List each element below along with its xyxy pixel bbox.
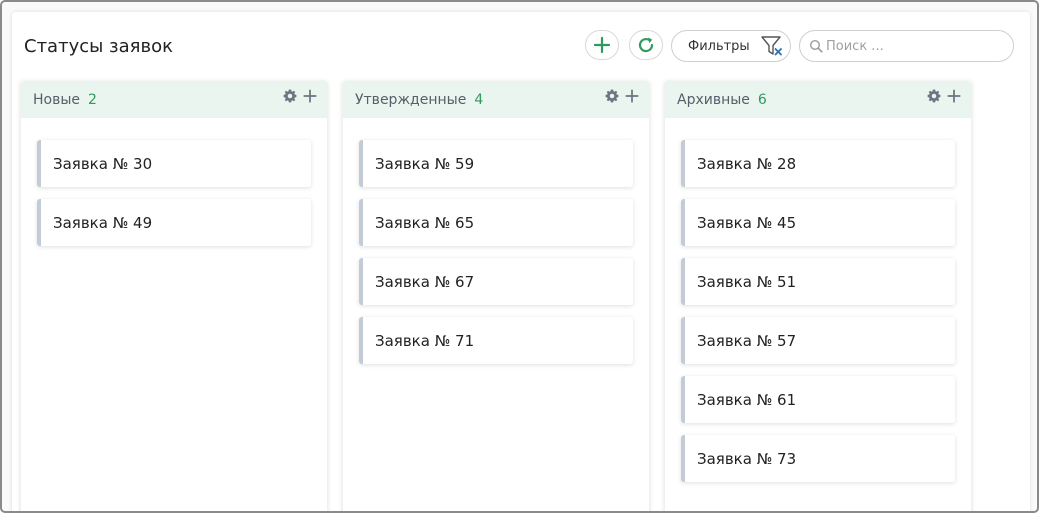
- column-add-button[interactable]: [303, 89, 317, 103]
- refresh-button[interactable]: [629, 30, 663, 60]
- plus-icon: [625, 89, 639, 103]
- status-column-archived: Архивные 6 Заявка № 28 Заявка № 45 Заявк…: [665, 82, 971, 511]
- plus-icon: [303, 89, 317, 103]
- request-card[interactable]: Заявка № 71: [359, 317, 633, 364]
- column-title: Новые: [33, 92, 81, 108]
- add-button[interactable]: [585, 30, 619, 60]
- refresh-icon: [638, 37, 654, 53]
- filters-button[interactable]: Фильтры: [671, 30, 791, 62]
- search-box[interactable]: [799, 30, 1014, 62]
- status-column-new: Новые 2 Заявка № 30 Заявка № 49: [21, 82, 327, 511]
- column-count-badge: 6: [757, 92, 767, 108]
- column-settings-button[interactable]: [605, 89, 619, 103]
- request-card[interactable]: Заявка № 49: [37, 199, 311, 246]
- search-icon: [809, 39, 823, 53]
- filters-label: Фильтры: [688, 38, 750, 54]
- column-header: Утвержденные 4: [343, 82, 649, 118]
- plus-icon: [593, 36, 611, 54]
- column-title: Архивные: [677, 92, 750, 108]
- column-settings-button[interactable]: [927, 89, 941, 103]
- search-input[interactable]: [826, 38, 1006, 54]
- column-count-badge: 2: [88, 92, 97, 108]
- column-header: Новые 2: [21, 82, 327, 118]
- request-card[interactable]: Заявка № 65: [359, 199, 633, 246]
- request-card[interactable]: Заявка № 67: [359, 258, 633, 305]
- app-frame: Статусы заявок Фильтры Новые 2: [0, 0, 1039, 513]
- request-card[interactable]: Заявка № 59: [359, 140, 633, 187]
- request-card[interactable]: Заявка № 73: [681, 435, 955, 482]
- column-count-badge: 4: [474, 92, 484, 108]
- request-card[interactable]: Заявка № 28: [681, 140, 955, 187]
- gear-icon: [283, 89, 297, 103]
- gear-icon: [605, 89, 619, 103]
- gear-icon: [927, 89, 941, 103]
- request-card[interactable]: Заявка № 57: [681, 317, 955, 364]
- status-column-approved: Утвержденные 4 Заявка № 59 Заявка № 65 З…: [343, 82, 649, 511]
- column-add-button[interactable]: [625, 89, 639, 103]
- column-title: Утвержденные: [355, 92, 467, 108]
- request-card[interactable]: Заявка № 61: [681, 376, 955, 423]
- column-settings-button[interactable]: [283, 89, 297, 103]
- request-card[interactable]: Заявка № 51: [681, 258, 955, 305]
- request-card[interactable]: Заявка № 45: [681, 199, 955, 246]
- page-title: Статусы заявок: [24, 36, 173, 57]
- column-header: Архивные 6: [665, 82, 971, 118]
- filter-clear-icon[interactable]: [760, 34, 784, 58]
- column-add-button[interactable]: [947, 89, 961, 103]
- request-card[interactable]: Заявка № 30: [37, 140, 311, 187]
- plus-icon: [947, 89, 961, 103]
